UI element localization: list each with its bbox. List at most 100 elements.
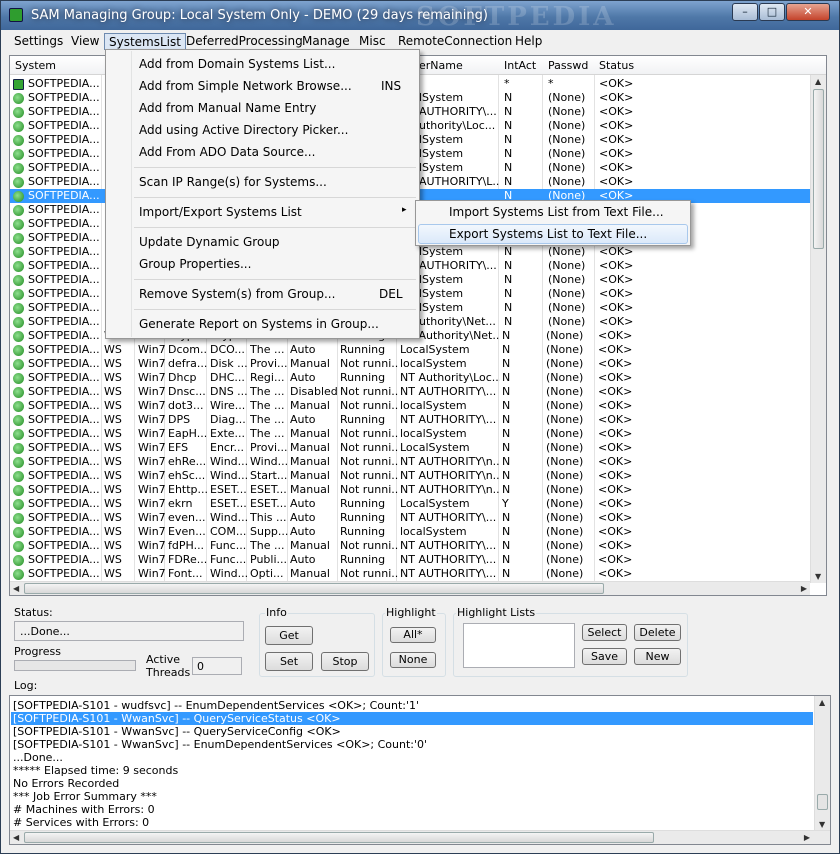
- maximize-button[interactable]: □: [759, 3, 785, 21]
- highlight-none-button[interactable]: None: [390, 652, 436, 668]
- table-cell: Encr...: [210, 441, 244, 454]
- table-row[interactable]: SOFTPEDIA... WS Win7 defra... Disk ... Provi.…: [10, 357, 818, 371]
- grid-vertical-scrollbar[interactable]: ▲ ▼: [810, 75, 826, 583]
- menu-item-add-ad-picker[interactable]: Add using Active Directory Picker...: [139, 123, 348, 137]
- table-row[interactable]: SOFTPEDIA... WS Win7 dot3... Wire... The ... M…: [10, 399, 818, 413]
- system-status-icon: [13, 373, 24, 384]
- menu-item-add-network-browse[interactable]: Add from Simple Network Browse...: [139, 79, 352, 93]
- set-button[interactable]: Set: [265, 652, 313, 671]
- new-button[interactable]: New: [634, 648, 681, 665]
- col-intact[interactable]: IntAct: [504, 59, 536, 72]
- grid-hscroll-thumb[interactable]: [24, 583, 604, 594]
- title-bar[interactable]: SAM Managing Group: Local System Only - …: [1, 1, 839, 32]
- menu-deferredprocessing[interactable]: DeferredProcessing: [182, 33, 307, 50]
- menu-help[interactable]: Help: [511, 33, 546, 50]
- col-system[interactable]: System: [15, 59, 56, 72]
- systemslist-menu: Add from Domain Systems List... Add from…: [105, 49, 420, 339]
- grid-scroll-thumb[interactable]: [813, 89, 824, 249]
- table-row[interactable]: SOFTPEDIA... WS Win7 fdPH... Func... The ... M…: [10, 539, 818, 553]
- table-cell: <OK>: [599, 175, 634, 188]
- table-cell: Auto: [290, 525, 316, 538]
- menu-item-import-export[interactable]: Import/Export Systems List: [139, 205, 302, 219]
- system-status-icon: [13, 303, 24, 314]
- table-cell: dot3...: [168, 399, 204, 412]
- table-cell: N: [502, 455, 511, 468]
- table-row[interactable]: SOFTPEDIA... WS Win7 Ehttp... ESET... ESET...…: [10, 483, 818, 497]
- table-cell: <OK>: [598, 357, 633, 370]
- log-vertical-scrollbar[interactable]: ▲ ▼: [814, 696, 830, 831]
- table-cell: N: [504, 105, 513, 118]
- select-button[interactable]: Select: [582, 624, 627, 641]
- close-button[interactable]: ✕: [786, 3, 830, 21]
- system-status-icon: [13, 261, 24, 272]
- menu-item-group-properties[interactable]: Group Properties...: [139, 257, 251, 271]
- menu-item-scan-ip[interactable]: Scan IP Range(s) for Systems...: [139, 175, 327, 189]
- menu-item-remove-systems[interactable]: Remove System(s) from Group...: [139, 287, 335, 301]
- table-row[interactable]: SOFTPEDIA... WS Win7 Dhcp DHC... Regi... Auto R…: [10, 371, 818, 385]
- table-cell: N: [504, 245, 513, 258]
- system-status-icon: [13, 429, 24, 440]
- system-status-icon: [13, 513, 24, 524]
- get-button[interactable]: Get: [265, 626, 313, 645]
- menu-item-add-manual[interactable]: Add from Manual Name Entry: [139, 101, 316, 115]
- table-cell: N: [502, 483, 511, 496]
- table-cell: (None): [546, 329, 584, 342]
- table-cell: (None): [546, 343, 584, 356]
- table-cell: (None): [546, 567, 584, 580]
- log-hscroll-thumb[interactable]: [24, 832, 654, 843]
- computer-icon: [13, 79, 24, 90]
- menu-remoteconnection[interactable]: RemoteConnection: [394, 33, 516, 50]
- system-status-icon: [13, 135, 24, 146]
- log-horizontal-scrollbar[interactable]: ◀ ▶: [10, 830, 830, 844]
- col-username[interactable]: erName: [419, 59, 463, 72]
- table-row[interactable]: SOFTPEDIA... WS Win7 even... Wind... This ...…: [10, 511, 818, 525]
- table-cell: N: [504, 133, 513, 146]
- log-scroll-thumb[interactable]: [817, 794, 828, 810]
- table-row[interactable]: SOFTPEDIA... WS Win7 EapH... Exte... The ... M…: [10, 427, 818, 441]
- menu-item-generate-report[interactable]: Generate Report on Systems in Group...: [139, 317, 379, 331]
- submenu-item-import[interactable]: Import Systems List from Text File...: [449, 205, 664, 219]
- table-cell: SOFTPEDIA...: [28, 189, 100, 202]
- menu-manage[interactable]: Manage: [298, 33, 354, 50]
- table-row[interactable]: SOFTPEDIA... WS Win7 Dcom... DCO... The ... Au…: [10, 343, 818, 357]
- menu-misc[interactable]: Misc: [355, 33, 390, 50]
- table-cell: Manual: [290, 441, 330, 454]
- table-row[interactable]: SOFTPEDIA... WS Win7 Dnsc... DNS ... The ... D…: [10, 385, 818, 399]
- table-cell: <OK>: [599, 147, 634, 160]
- table-row[interactable]: SOFTPEDIA... WS Win7 ehRe... Wind... Wind... M…: [10, 455, 818, 469]
- grid-horizontal-scrollbar[interactable]: ◀ ▶: [10, 581, 810, 595]
- table-cell: (None): [548, 133, 586, 146]
- table-cell: SOFTPEDIA...: [28, 245, 100, 258]
- table-cell: N: [502, 539, 511, 552]
- table-row[interactable]: SOFTPEDIA... WS Win7 ehSc... Wind... Start...…: [10, 469, 818, 483]
- log-line: ***** Elapsed time: 9 seconds: [13, 764, 179, 777]
- table-cell: *: [548, 77, 554, 90]
- table-cell: SOFTPEDIA...: [28, 399, 100, 412]
- table-cell: WS: [104, 455, 122, 468]
- menu-systemslist[interactable]: SystemsList: [104, 33, 186, 50]
- menu-settings[interactable]: Settings: [10, 33, 67, 50]
- table-cell: Not runni...: [340, 399, 398, 412]
- log-panel[interactable]: [SOFTPEDIA-S101 - wudfsvc] -- EnumDepend…: [9, 695, 831, 845]
- delete-button[interactable]: Delete: [634, 624, 681, 641]
- table-row[interactable]: SOFTPEDIA... WS Win7 FDRe... Func... Publi...…: [10, 553, 818, 567]
- table-row[interactable]: SOFTPEDIA... WS Win7 Font... Wind... Opti... M…: [10, 567, 818, 581]
- col-passwd[interactable]: Passwd: [548, 59, 588, 72]
- table-cell: WS: [104, 469, 122, 482]
- table-row[interactable]: SOFTPEDIA... WS Win7 DPS Diag... The ... Auto R…: [10, 413, 818, 427]
- menu-item-add-domain[interactable]: Add from Domain Systems List...: [139, 57, 335, 71]
- stop-button[interactable]: Stop: [321, 652, 369, 671]
- minimize-button[interactable]: –: [732, 3, 758, 21]
- table-row[interactable]: SOFTPEDIA... WS Win7 EFS Encr... Provi... Manu…: [10, 441, 818, 455]
- menu-item-add-ado[interactable]: Add From ADO Data Source...: [139, 145, 315, 159]
- table-row[interactable]: SOFTPEDIA... WS Win7 Even... COM... Supp... Au…: [10, 525, 818, 539]
- menu-item-update-dynamic[interactable]: Update Dynamic Group: [139, 235, 280, 249]
- submenu-item-export[interactable]: Export Systems List to Text File...: [449, 227, 647, 241]
- table-cell: localSystem: [400, 525, 467, 538]
- col-status[interactable]: Status: [599, 59, 634, 72]
- highlight-lists-box[interactable]: [463, 623, 575, 668]
- save-button[interactable]: Save: [582, 648, 627, 665]
- menu-view[interactable]: View: [67, 33, 103, 50]
- highlight-all-button[interactable]: All*: [390, 627, 436, 643]
- table-row[interactable]: SOFTPEDIA... WS Win7 ekrn ESET... ESET... Auto…: [10, 497, 818, 511]
